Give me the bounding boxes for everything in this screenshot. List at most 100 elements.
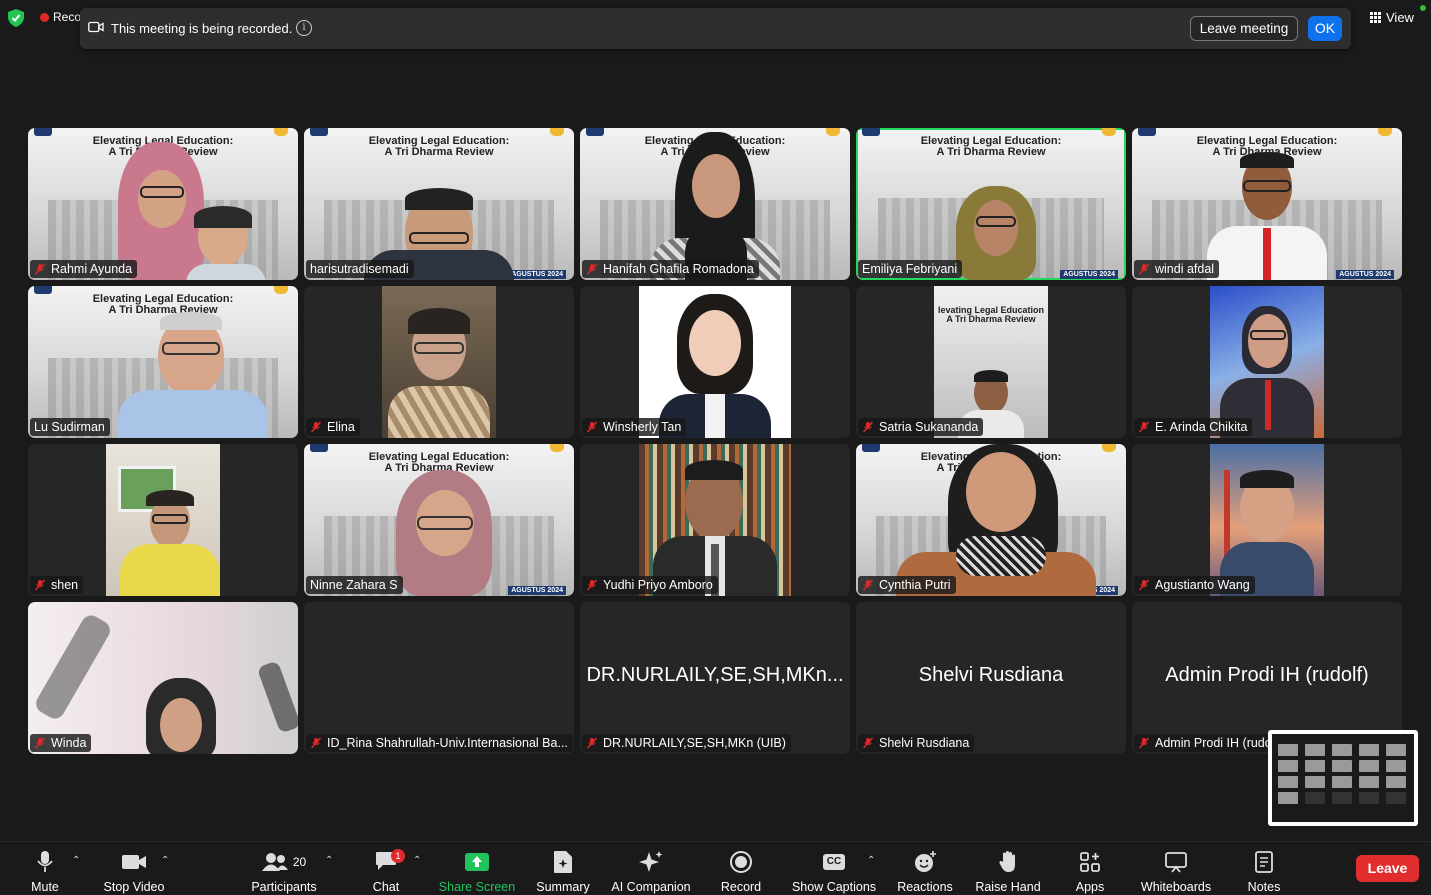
whiteboards-button[interactable]: Whiteboards <box>1136 850 1216 894</box>
participant-tile[interactable]: Elevating Legal Education:A Tri Dharma R… <box>304 444 574 596</box>
participant-tile[interactable]: Elevating Legal Education:A Tri Dharma R… <box>28 286 298 438</box>
muted-mic-icon <box>586 579 598 591</box>
notes-icon <box>1255 851 1273 873</box>
share-screen-button[interactable]: Share Screen <box>437 850 517 894</box>
grid-view-icon <box>1370 12 1381 23</box>
muted-mic-icon <box>1138 579 1150 591</box>
participant-name-tag: DR.NURLAILY,SE,SH,MKn (UIB) <box>582 734 791 752</box>
microphone-icon <box>37 851 53 872</box>
participant-name-tag: Hanifah Ghafila Romadona <box>582 260 759 278</box>
participant-name-tag: Winda <box>30 734 92 752</box>
video-camera-icon <box>122 855 146 869</box>
share-screen-icon <box>465 853 489 871</box>
participant-tile[interactable]: Elevating Legal Education:A Tri Dharma R… <box>1132 128 1402 280</box>
recording-label: Reco <box>53 10 82 24</box>
record-button[interactable]: Record <box>716 850 766 894</box>
muted-mic-icon <box>1138 737 1150 749</box>
participant-name-tag: Elina <box>306 418 360 436</box>
recording-camera-icon <box>88 21 104 33</box>
participant-display-name: DR.NURLAILY,SE,SH,MKn... <box>586 664 844 686</box>
closed-captions-icon: CC <box>823 854 845 870</box>
participants-button[interactable]: 20 Participants <box>248 850 320 894</box>
muted-mic-icon <box>862 421 874 433</box>
participant-tile[interactable]: Yudhi Priyo Amboro <box>580 444 850 596</box>
recording-indicator[interactable]: Reco <box>40 10 81 24</box>
info-icon[interactable]: i <box>296 20 312 36</box>
background-slide-title: Elevating Legal Education:A Tri Dharma R… <box>920 135 1062 158</box>
participant-tile[interactable]: Elevating Legal Education:A Tri Dharma R… <box>580 128 850 280</box>
participant-tile[interactable]: Winsherly Tan <box>580 286 850 438</box>
notes-button[interactable]: Notes <box>1244 850 1284 894</box>
audio-options-chevron-icon[interactable]: ⌃ <box>72 855 80 866</box>
stop-video-button[interactable]: Stop Video <box>100 850 168 894</box>
mute-button[interactable]: Mute <box>22 850 68 894</box>
participant-tile[interactable]: Elevating Legal Education:A Tri Dharma R… <box>856 444 1126 596</box>
participant-tile[interactable]: levating Legal Education A Tri Dharma Rev… <box>856 286 1126 438</box>
participant-name-tag: Admin Prodi IH (rudo <box>1134 734 1277 752</box>
participant-name-tag: Yudhi Priyo Amboro <box>582 576 718 594</box>
ai-companion-button[interactable]: AI Companion <box>608 850 694 894</box>
ok-button[interactable]: OK <box>1308 16 1342 41</box>
participant-tile[interactable]: E. Arinda Chikita <box>1132 286 1402 438</box>
chat-unread-badge: 1 <box>391 848 405 863</box>
participant-name-tag: ID_Rina Shahrullah-Univ.Internasional Ba… <box>306 734 573 752</box>
participants-count: 20 <box>292 855 307 869</box>
reactions-button[interactable]: Reactions <box>894 850 956 894</box>
video-options-chevron-icon[interactable]: ⌃ <box>161 855 169 866</box>
muted-mic-icon <box>34 579 46 591</box>
participant-name-tag: harisutradisemadi <box>306 260 414 278</box>
participant-display-name: Admin Prodi IH (rudolf) <box>1165 664 1369 686</box>
participant-name-tag: Agustianto Wang <box>1134 576 1255 594</box>
apps-icon <box>1080 852 1100 872</box>
background-slide-date: AGUSTUS 2024 <box>1336 270 1394 279</box>
leave-button[interactable]: Leave <box>1356 855 1419 882</box>
background-slide-date: AGUSTUS 2024 <box>1060 270 1118 279</box>
participant-name-tag: Cynthia Putri <box>858 576 956 594</box>
thumbnail-gallery-preview <box>1272 734 1414 822</box>
whiteboard-icon <box>1165 852 1187 873</box>
participant-tile[interactable]: Elevating Legal Education:A Tri Dharma R… <box>304 128 574 280</box>
participant-tile[interactable]: ID_Rina Shahrullah-Univ.Internasional Ba… <box>304 602 574 754</box>
raise-hand-button[interactable]: Raise Hand <box>973 850 1043 894</box>
participant-name-tag: E. Arinda Chikita <box>1134 418 1253 436</box>
participants-chevron-icon[interactable]: ⌃ <box>325 855 333 866</box>
participant-name-tag: Satria Sukananda <box>858 418 984 436</box>
participant-name-tag: Ninne Zahara S <box>306 576 403 594</box>
muted-mic-icon <box>34 737 46 749</box>
show-captions-button[interactable]: CC Show Captions <box>789 850 879 894</box>
view-button[interactable]: View <box>1370 10 1414 25</box>
captions-chevron-icon[interactable]: ⌃ <box>867 855 875 866</box>
participant-name-tag: Shelvi Rusdiana <box>858 734 975 752</box>
participant-tile[interactable]: Agustianto Wang <box>1132 444 1402 596</box>
participant-tile[interactable]: Elevating Legal Education:A Tri Dharma R… <box>28 128 298 280</box>
muted-mic-icon <box>310 421 322 433</box>
participant-tile[interactable]: Elina <box>304 286 574 438</box>
participant-name-tag: windi afdal <box>1134 260 1220 278</box>
chat-chevron-icon[interactable]: ⌃ <box>413 855 421 866</box>
muted-mic-icon <box>862 579 874 591</box>
muted-mic-icon <box>586 263 598 275</box>
record-icon <box>730 851 752 873</box>
background-slide-date: AGUSTUS 2024 <box>508 270 566 279</box>
muted-mic-icon <box>862 737 874 749</box>
apps-button[interactable]: Apps <box>1070 850 1110 894</box>
recording-message: This meeting is being recorded. <box>111 21 293 36</box>
security-shield-icon[interactable] <box>8 9 24 27</box>
participant-tile[interactable]: shen <box>28 444 298 596</box>
recording-dot-icon <box>40 12 49 22</box>
summary-button[interactable]: Summary <box>534 850 592 894</box>
muted-mic-icon <box>1138 421 1150 433</box>
participant-display-name: Shelvi Rusdiana <box>918 664 1064 686</box>
leave-meeting-button[interactable]: Leave meeting <box>1190 16 1298 41</box>
participant-tile[interactable]: Winda <box>28 602 298 754</box>
chat-button[interactable]: 1 Chat <box>366 848 406 894</box>
background-slide-title: Elevating Legal Education:A Tri Dharma R… <box>92 293 234 316</box>
muted-mic-icon <box>586 421 598 433</box>
participant-tile[interactable]: DR.NURLAILY,SE,SH,MKn... DR.NURLAILY,SE,… <box>580 602 850 754</box>
participant-name-tag: Emiliya Febriyani <box>858 260 963 278</box>
self-view-thumbnail[interactable] <box>1268 730 1418 826</box>
active-speaker-tile[interactable]: Elevating Legal Education: A Tri Dharma R… <box>856 128 1126 280</box>
participant-tile[interactable]: Shelvi Rusdiana Shelvi Rusdiana <box>856 602 1126 754</box>
view-label: View <box>1386 10 1414 25</box>
participant-name-tag: Winsherly Tan <box>582 418 687 436</box>
